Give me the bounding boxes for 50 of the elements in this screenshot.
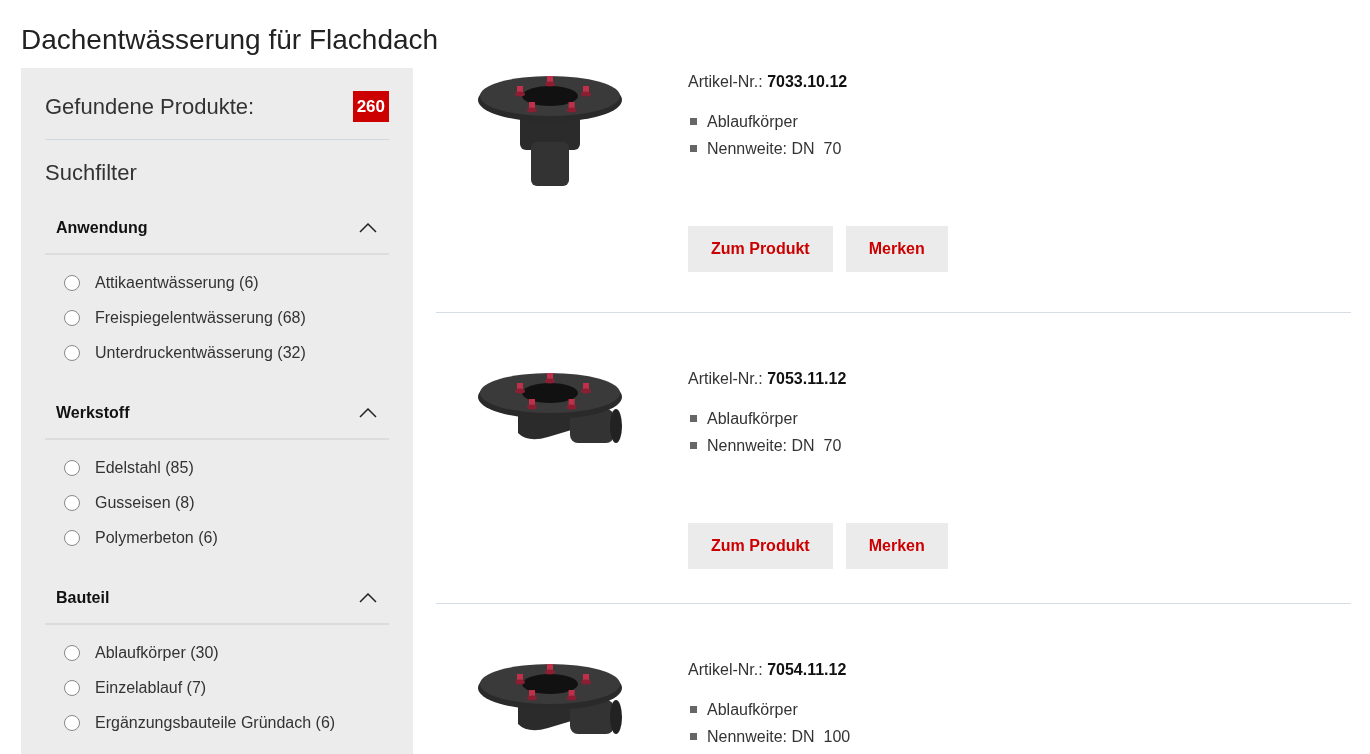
feature-text: Ablaufkörper	[707, 699, 798, 720]
radio-button[interactable]	[64, 459, 80, 476]
radio-button[interactable]	[64, 494, 80, 511]
feature-text: Ablaufkörper	[707, 408, 798, 429]
filter-option-label[interactable]: Ablaufkörper (30)	[95, 640, 219, 665]
product-count-badge: 260	[352, 90, 389, 123]
filter-section-header[interactable]: Werkstoff	[45, 388, 389, 440]
radio-button[interactable]	[64, 344, 80, 361]
bullet-icon	[690, 415, 697, 422]
filter-option-label[interactable]: Einzelablauf (7)	[95, 675, 207, 700]
product-button[interactable]: Zum Produkt	[688, 226, 833, 272]
radio-button[interactable]	[64, 644, 80, 661]
bullet-icon	[690, 118, 697, 125]
radio-button[interactable]	[64, 529, 80, 546]
radio-button[interactable]	[64, 714, 80, 731]
found-products-label: Gefundene Produkte:	[45, 93, 255, 121]
filter-option-label[interactable]: Unterdruckentwässerung (32)	[95, 340, 306, 365]
caret-up-icon[interactable]	[359, 223, 377, 233]
article-number: Artikel-Nr.: 7053.11.12	[688, 369, 847, 389]
filter-option-label[interactable]: Freispiegelentwässerung (68)	[95, 305, 306, 330]
bookmark-button[interactable]: Merken	[845, 226, 948, 272]
feature-text: Nennweite: DN 70	[707, 138, 842, 159]
filter-section-header[interactable]: Anwendung	[45, 203, 389, 255]
radio-button[interactable]	[64, 274, 80, 291]
filter-option-label[interactable]: Polymerbeton (6)	[95, 525, 218, 550]
bullet-icon	[690, 145, 697, 152]
filter-title: Suchfilter	[45, 159, 137, 187]
feature-text: Nennweite: DN 100	[707, 726, 851, 747]
filter-option-label[interactable]: Attikaentwässerung (6)	[95, 270, 259, 295]
bullet-icon	[690, 442, 697, 449]
filter-section-title: Werkstoff	[56, 403, 130, 423]
filter-option-label[interactable]: Gusseisen (8)	[95, 490, 195, 515]
filter-section-title: Bauteil	[56, 588, 110, 608]
radio-button[interactable]	[64, 679, 80, 696]
filter-option-label[interactable]: Ergänzungsbauteile Gründach (6)	[95, 710, 336, 735]
feature-text: Nennweite: DN 70	[707, 435, 842, 456]
bullet-icon	[690, 706, 697, 713]
filter-option-label[interactable]: Edelstahl (85)	[95, 455, 194, 480]
bullet-icon	[690, 733, 697, 740]
page-title: Dachentwässerung für Flachdach	[20, 23, 439, 57]
article-number: Artikel-Nr.: 7054.11.12	[688, 660, 847, 680]
caret-up-icon[interactable]	[359, 408, 377, 418]
feature-text: Ablaufkörper	[707, 111, 798, 132]
product-button[interactable]: Zum Produkt	[688, 523, 833, 569]
filter-section-title: Anwendung	[56, 218, 148, 238]
radio-button[interactable]	[64, 309, 80, 326]
bookmark-button[interactable]: Merken	[845, 523, 948, 569]
filter-section-header[interactable]: Bauteil	[45, 573, 389, 625]
article-number: Artikel-Nr.: 7033.10.12	[688, 72, 848, 92]
caret-up-icon[interactable]	[359, 593, 377, 603]
